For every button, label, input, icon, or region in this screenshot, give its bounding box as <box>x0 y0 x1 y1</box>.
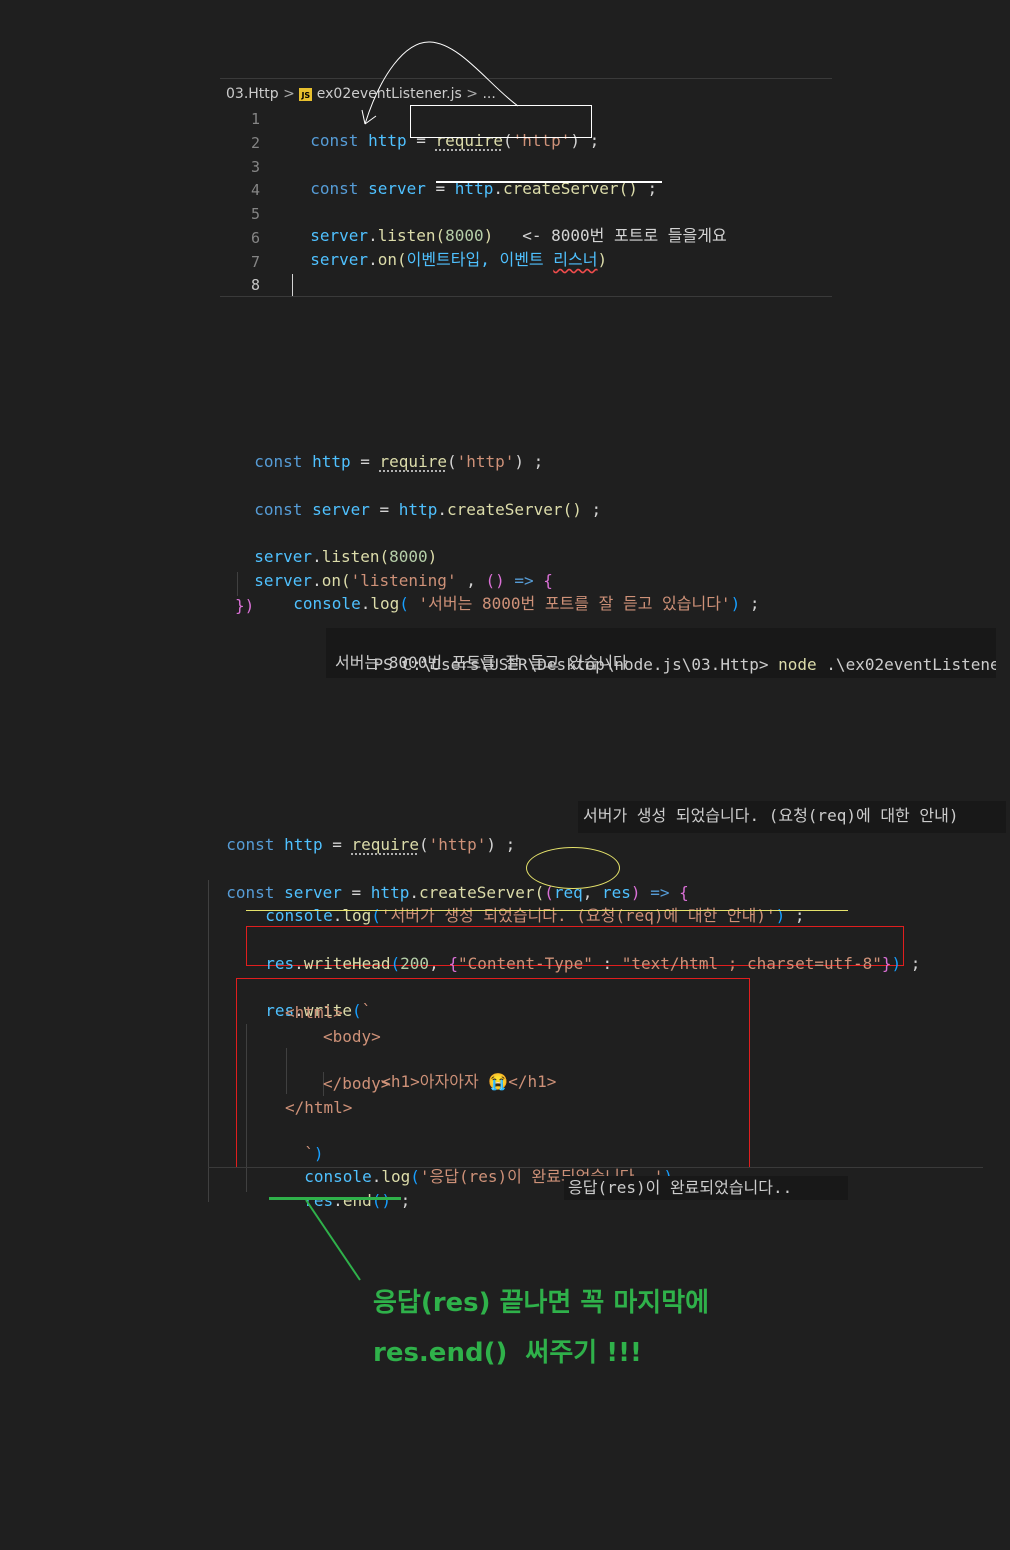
terminal-output-popup: 서버가 생성 되었습니다. (요청(req)에 대한 안내) <box>578 801 1006 833</box>
code-line[interactable]: console.log('서버가 생성 되었습니다. (요청(req)에 대한 … <box>246 883 804 925</box>
popup-text: 서버가 생성 되었습니다. (요청(req)에 대한 안내) <box>583 806 959 825</box>
line-number: 6 <box>250 229 260 247</box>
line-number: 7 <box>250 253 260 271</box>
terminal-output-popup: 응답(res)이 완료되었습니다.. <box>564 1176 848 1200</box>
code-line[interactable]: console.log( '서버는 8000번 포트를 잘 듣고 있습니다') … <box>274 571 759 613</box>
annotation-text: 응답(res) 끝나면 꼭 마지막에 <box>373 1288 710 1318</box>
code-line[interactable]: const server = http.createServer() ; <box>291 156 657 198</box>
line-number-active: 8 <box>250 276 260 294</box>
code-line[interactable]: <body> <box>323 1026 381 1048</box>
editor-bottom-border <box>220 296 832 297</box>
code-line[interactable]: res.writeHead(200, {"Content-Type" : "te… <box>246 931 920 973</box>
popup-text: 응답(res)이 완료되었습니다.. <box>568 1178 793 1197</box>
crying-face-icon: 😭 <box>488 1072 509 1091</box>
code-line[interactable]: <html> <box>285 1002 343 1024</box>
underline-annotation <box>436 181 662 183</box>
terminal-command-line: PS C:\Users\USER\Desktop\node.js\03.Http… <box>373 655 996 674</box>
code-line[interactable]: server.listen(8000) <- 8000번 포트로 들을게요 <box>291 203 726 245</box>
code-line[interactable]: </html> <box>285 1097 352 1119</box>
line-number: 3 <box>250 158 260 176</box>
code-line[interactable]: server.listen(8000) <box>235 524 437 566</box>
annotation-text: res.end() 써주기 !!! <box>373 1338 642 1368</box>
indent-guide <box>208 880 209 1202</box>
indent-guide <box>237 572 238 596</box>
code-line[interactable]: <h1>아자아자 😭</h1> <box>362 1049 556 1091</box>
underline-annotation <box>246 910 848 911</box>
code-line[interactable]: </body> <box>323 1073 390 1095</box>
line-number: 4 <box>250 181 260 199</box>
code-line[interactable]: server.on('listening' , () => { <box>235 548 553 590</box>
arrow-annotation-icon <box>361 41 519 125</box>
code-line[interactable]: const http = require('http') ; <box>207 812 515 854</box>
text-cursor <box>292 274 293 296</box>
pointer-line-icon <box>305 1199 361 1281</box>
line-number: 2 <box>250 134 260 152</box>
line-number: 1 <box>250 110 260 128</box>
code-line[interactable]: console.log('응답(res)이 완료되었습니다..') <box>285 1144 673 1186</box>
code-line[interactable]: res.write(` <box>246 978 371 1020</box>
line-number: 5 <box>250 205 260 223</box>
code-line[interactable]: res.end() ; <box>285 1168 410 1210</box>
terminal-panel[interactable]: PS C:\Users\USER\Desktop\node.js\03.Http… <box>326 628 996 678</box>
code-line[interactable]: }) <box>235 595 254 617</box>
js-file-icon: JS <box>299 87 313 101</box>
code-line[interactable]: `) <box>285 1121 323 1163</box>
chevron-right-icon: > <box>283 86 300 102</box>
breadcrumb-folder[interactable]: 03.Http <box>226 86 279 102</box>
code-line[interactable]: const http = require('http') ; <box>235 429 543 471</box>
code-line[interactable]: const server = http.createServer() ; <box>235 477 601 519</box>
terminal-output: 서버는 8000번 포트를 잘 듣고 있습니다 <box>335 653 628 672</box>
code-line[interactable]: server.on(이벤트타입, 이벤트 리스너) <box>291 227 607 269</box>
